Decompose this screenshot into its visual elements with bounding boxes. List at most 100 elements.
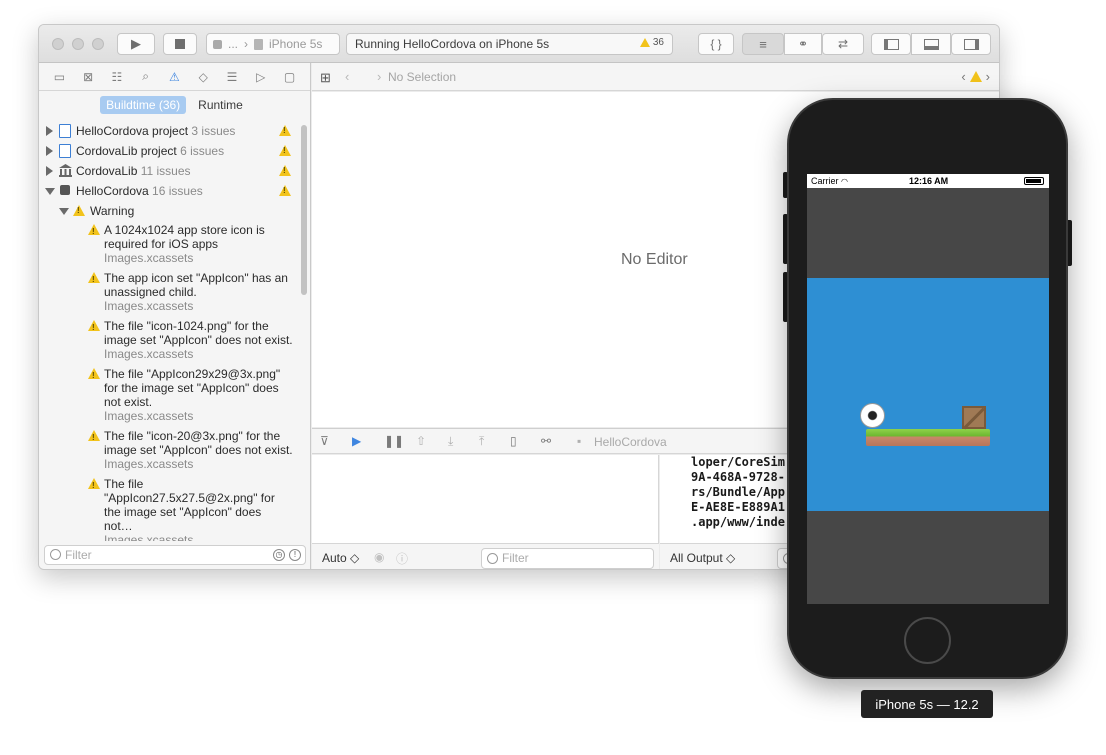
- pause-icon[interactable]: ❚❚: [384, 434, 404, 448]
- zoom-window-button[interactable]: [92, 38, 104, 50]
- report-icon[interactable]: ▢: [282, 70, 298, 84]
- clock-icon[interactable]: ◷: [273, 549, 285, 561]
- step-into-icon[interactable]: ⤓: [448, 434, 453, 449]
- eye-icon[interactable]: ◉: [374, 550, 384, 564]
- project-icon: [59, 144, 71, 158]
- stop-icon: [175, 39, 185, 49]
- warning-icon: [639, 38, 650, 47]
- braces-icon: { }: [710, 37, 722, 51]
- version-editor-button[interactable]: ⇄: [822, 33, 864, 55]
- assistant-editor-button[interactable]: ⚭: [784, 33, 822, 55]
- disclosure-triangle-icon[interactable]: [46, 126, 53, 136]
- wooden-crate: [962, 406, 986, 429]
- scheme-selector[interactable]: ... › iPhone 5s: [206, 33, 340, 55]
- issue-group-label: HelloCordova project 3 issues: [76, 124, 235, 138]
- issue-file: Images.xcassets: [104, 299, 194, 313]
- warning-filter-icon[interactable]: !: [289, 549, 301, 561]
- navigator-filter-field[interactable]: Filter ◷ !: [44, 545, 306, 565]
- home-button[interactable]: [904, 617, 951, 664]
- warning-category-row[interactable]: Warning: [39, 201, 301, 221]
- target-icon: [60, 185, 70, 195]
- filter-icon: [487, 553, 498, 564]
- chevron-right-icon[interactable]: ›: [986, 69, 990, 84]
- filter-placeholder: Filter: [502, 551, 529, 565]
- view-debugger-icon[interactable]: ▯: [510, 434, 517, 448]
- issue-message: The file "icon-20@3x.png" for the image …: [104, 429, 293, 457]
- memory-graph-icon[interactable]: ⚯: [541, 434, 551, 448]
- issue-group-row[interactable]: HelloCordova project 3 issues: [39, 121, 301, 141]
- toggle-debug-area-button[interactable]: [911, 33, 951, 55]
- issue-item[interactable]: The file "icon-20@3x.png" for the image …: [39, 429, 301, 471]
- close-window-button[interactable]: [52, 38, 64, 50]
- issue-file: Images.xcassets: [104, 251, 194, 265]
- issue-item[interactable]: The file "icon-1024.png" for the image s…: [39, 319, 301, 361]
- scheme-name: ...: [228, 37, 239, 51]
- library-button[interactable]: { }: [698, 33, 734, 55]
- issue-list: HelloCordova project 3 issues CordovaLib…: [39, 121, 301, 541]
- jump-bar: ⊞ ‹ › No Selection ‹ ›: [312, 63, 999, 91]
- issue-group-row[interactable]: CordovaLib 11 issues: [39, 161, 301, 181]
- ios-status-bar: Carrier ◠ 12:16 AM: [807, 174, 1049, 188]
- warning-navigator-icon[interactable]: ⚠: [166, 70, 182, 84]
- issue-stepper[interactable]: ‹ ›: [961, 69, 990, 84]
- stop-button[interactable]: [163, 33, 197, 55]
- filter-icon: [50, 549, 61, 560]
- breakpoints-toggle-icon[interactable]: ▶: [352, 434, 361, 448]
- debug-icon[interactable]: ☰: [224, 70, 240, 84]
- step-over-icon[interactable]: ⇧: [416, 434, 426, 448]
- history-arrows-icon[interactable]: ‹ ›: [345, 69, 393, 84]
- no-editor-label: No Editor: [621, 251, 688, 268]
- assistant-icon: ⚭: [797, 37, 809, 51]
- disclosure-triangle-icon[interactable]: [45, 188, 55, 195]
- title-bar: ▶ ... › iPhone 5s Running HelloCordova o…: [39, 25, 999, 63]
- play-icon: ▶: [131, 36, 141, 51]
- folder-icon[interactable]: ▭: [51, 70, 67, 84]
- search-icon[interactable]: ⌕: [138, 69, 154, 84]
- navigator-scrollbar[interactable]: [301, 125, 307, 295]
- auto-scope-popup[interactable]: Auto ◇: [322, 551, 359, 565]
- output-selector-popup[interactable]: All Output ◇: [670, 551, 735, 565]
- group-count: 16 issues: [152, 184, 203, 198]
- disclosure-triangle-icon[interactable]: [46, 146, 53, 156]
- simulator-screen[interactable]: Carrier ◠ 12:16 AM: [807, 174, 1049, 604]
- run-button[interactable]: ▶: [117, 33, 155, 55]
- issue-group-row[interactable]: CordovaLib project 6 issues: [39, 141, 301, 161]
- warning-icon: [969, 71, 982, 82]
- disclosure-triangle-icon[interactable]: [46, 166, 53, 176]
- standard-editor-button[interactable]: ≡: [742, 33, 784, 55]
- chevron-left-icon[interactable]: ‹: [961, 69, 965, 84]
- issue-group-row[interactable]: HelloCordova 16 issues: [39, 181, 301, 201]
- tab-buildtime[interactable]: Buildtime (36): [100, 96, 187, 114]
- issue-item[interactable]: The file "AppIcon27.5x27.5@2x.png" for t…: [39, 477, 301, 541]
- issue-item[interactable]: A 1024x1024 app store icon is required f…: [39, 223, 301, 265]
- test-icon[interactable]: ◇: [195, 70, 211, 84]
- issue-item[interactable]: The app icon set "AppIcon" has an unassi…: [39, 271, 301, 313]
- warning-icon: [88, 272, 100, 287]
- group-count: 3 issues: [191, 124, 236, 138]
- source-control-icon[interactable]: ⊠: [80, 70, 96, 84]
- tab-runtime[interactable]: Runtime: [192, 96, 249, 114]
- game-canvas[interactable]: [807, 278, 1049, 511]
- disclosure-triangle-icon[interactable]: [59, 208, 69, 215]
- issue-group-label: CordovaLib project 6 issues: [76, 144, 224, 158]
- toggle-navigator-button[interactable]: [871, 33, 911, 55]
- issue-message: The file "AppIcon29x29@3x.png" for the i…: [104, 367, 281, 409]
- toggle-inspector-button[interactable]: [951, 33, 991, 55]
- step-out-icon[interactable]: ⤒: [479, 434, 484, 449]
- hide-debug-area-icon[interactable]: ⊽: [320, 434, 329, 448]
- issue-item[interactable]: The file "AppIcon29x29@3x.png" for the i…: [39, 367, 301, 423]
- symbol-icon[interactable]: ☷: [109, 70, 125, 84]
- minimize-window-button[interactable]: [72, 38, 84, 50]
- battery-icon: [1024, 177, 1044, 185]
- warning-badge[interactable]: 36: [639, 37, 664, 48]
- breakpoint-icon[interactable]: ▷: [253, 70, 269, 84]
- warning-icon: [73, 205, 85, 216]
- issue-group-label: CordovaLib 11 issues: [76, 164, 191, 178]
- group-name: HelloCordova: [76, 184, 149, 198]
- info-icon[interactable]: ⓘ: [396, 550, 408, 567]
- related-items-icon[interactable]: ⊞: [320, 70, 331, 86]
- variables-filter-field[interactable]: Filter: [481, 548, 654, 569]
- warning-icon: [88, 368, 100, 383]
- iphone-simulator: Carrier ◠ 12:16 AM: [787, 98, 1068, 679]
- issue-navigator: ▭ ⊠ ☷ ⌕ ⚠ ◇ ☰ ▷ ▢ Buildtime (36) Runtime…: [39, 63, 311, 569]
